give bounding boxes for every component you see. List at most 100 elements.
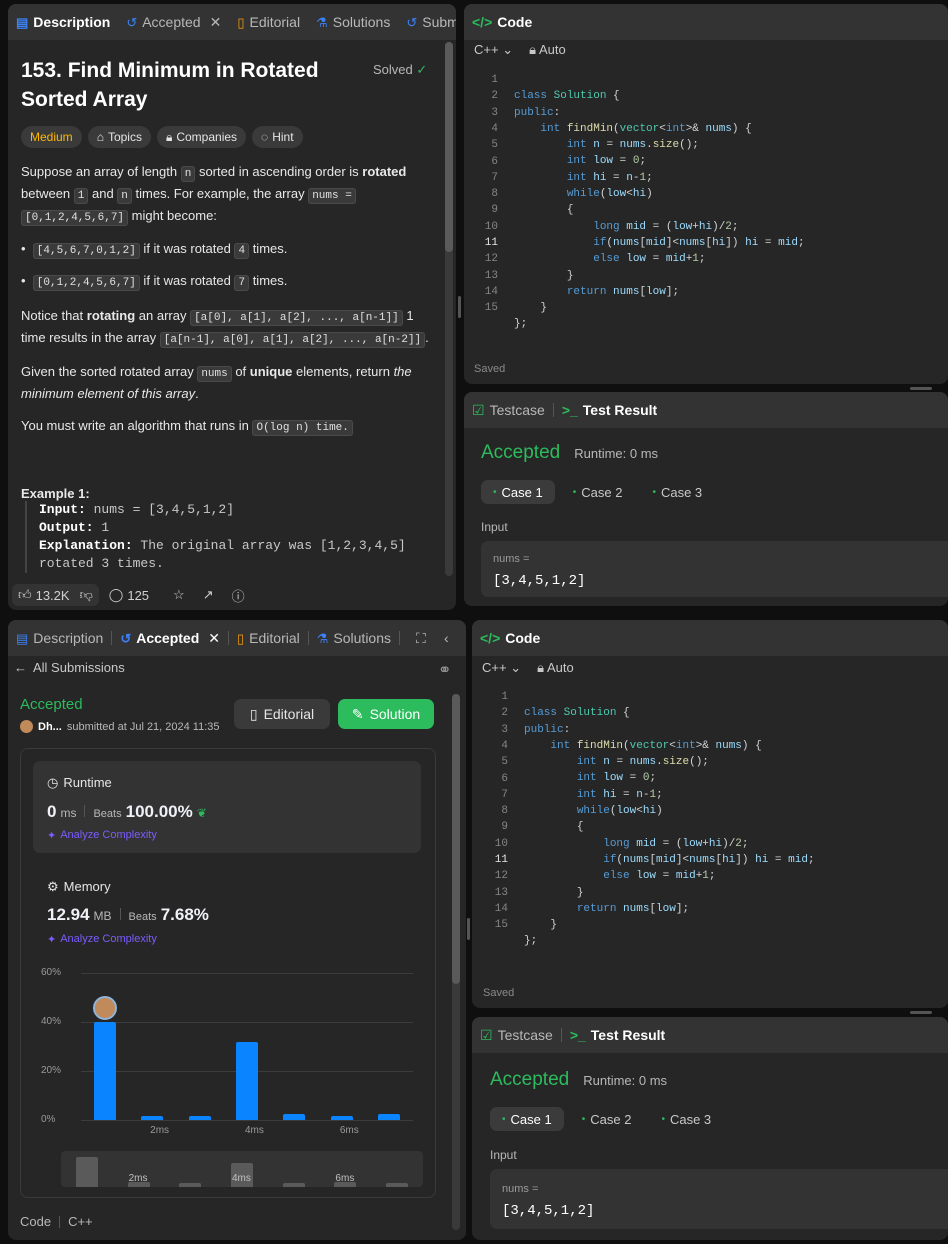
case-2-tab[interactable]: • Case 2: [561, 480, 635, 504]
analyze-complexity-link[interactable]: ✦ Analyze Complexity: [47, 829, 157, 842]
arrow-left-icon: ←: [14, 660, 27, 675]
tab-submissions[interactable]: ↺Submi: [398, 4, 456, 40]
memory-section[interactable]: ⚙ Memory 12.94 MB Beats 7.68% ✦ Analyze Co…: [33, 865, 421, 957]
description-tabs: ▤ Description ↺ Accepted ✕ ▯ Editorial ⚗ Solu…: [8, 4, 456, 40]
chart-bar[interactable]: [236, 1041, 258, 1120]
save-status: Saved: [474, 363, 506, 375]
scrollbar-thumb[interactable]: [445, 42, 453, 252]
line-number: 13: [494, 886, 508, 899]
analyze-complexity-link[interactable]: ✦ Analyze Complexity: [47, 933, 157, 946]
tab-testcase[interactable]: ☑ Testcase: [472, 1017, 561, 1053]
companies-button[interactable]: 🔒︎ Companies: [156, 126, 247, 148]
close-icon[interactable]: ✕: [208, 630, 220, 647]
book-icon: ▯: [249, 705, 258, 722]
line-number: 10: [494, 837, 508, 850]
case-3-tab[interactable]: • Case 3: [640, 480, 714, 504]
scrollbar-thumb[interactable]: [452, 694, 460, 984]
check-circle-icon: ✓: [416, 62, 428, 77]
editorial-button[interactable]: ▯ Editorial: [234, 699, 330, 729]
horizontal-splitter[interactable]: [910, 1011, 932, 1014]
line-number: 14: [484, 285, 498, 298]
back-link[interactable]: ← All Submissions: [14, 660, 125, 675]
chart-bar[interactable]: [93, 1022, 116, 1120]
chart-bar[interactable]: [188, 1116, 211, 1120]
case-tabs: • Case 1 • Case 2 • Case 3: [490, 1107, 723, 1131]
close-icon[interactable]: ✕: [210, 14, 222, 31]
language-select[interactable]: C++ ⌄: [482, 660, 521, 676]
language-select[interactable]: C++ ⌄: [474, 42, 513, 58]
gridline: [81, 973, 413, 974]
chart-bar[interactable]: [283, 1113, 306, 1120]
tab-test-result[interactable]: >_ Test Result: [554, 392, 665, 428]
tab-solutions[interactable]: ⚗ Solutions: [308, 4, 398, 40]
tab-testcase[interactable]: ☑ Testcase: [464, 392, 553, 428]
list-item: • [0,1,2,4,5,6,7] if it was rotated 7 ti…: [21, 273, 288, 291]
thumbs-down-icon[interactable]: 👎︎: [80, 587, 93, 603]
code-editor[interactable]: 1 2 3 4 5 6 7 8 9 10 11 12 13 14 15 class Solution { p…: [464, 72, 948, 352]
expand-icon[interactable]: ⛶: [416, 630, 426, 647]
runtime-card[interactable]: ◷ Runtime 0 ms Beats 100.00% ❦ ✦ Analyze C…: [33, 761, 421, 853]
line-number: 3: [501, 723, 508, 736]
tab-description[interactable]: ▤ Description: [8, 4, 118, 40]
topics-button[interactable]: ⌂ Topics: [87, 126, 151, 148]
line-number: 7: [491, 171, 498, 184]
description-icon: ▤: [16, 630, 29, 646]
difficulty-badge[interactable]: Medium: [21, 126, 82, 148]
case-1-tab[interactable]: • Case 1: [481, 480, 555, 504]
case-1-tab[interactable]: • Case 1: [490, 1107, 564, 1131]
sparkle-icon: ✦: [47, 934, 57, 946]
line-number: 7: [501, 788, 508, 801]
terminal-icon: >_: [569, 1027, 586, 1043]
chart-bar[interactable]: [330, 1116, 353, 1120]
code-icon: </>: [480, 630, 501, 646]
favorite-icon[interactable]: ☆: [173, 587, 185, 603]
link-icon[interactable]: ⚭: [438, 660, 451, 680]
tab-editorial[interactable]: ▯ Editorial: [229, 4, 308, 40]
tab-description[interactable]: ▤ Description: [8, 620, 111, 656]
code-header: </> Code: [464, 4, 948, 40]
history-icon: ↺: [120, 630, 132, 646]
checkbox-icon: ☑: [472, 401, 485, 418]
help-icon[interactable]: ⓘ: [232, 586, 245, 605]
tab-test-result[interactable]: >_ Test Result: [562, 1017, 673, 1053]
tab-editorial[interactable]: ▯ Editorial: [229, 620, 308, 656]
submission-meta: Dh... submitted at Jul 21, 2024 11:35: [20, 720, 220, 733]
book-icon: ▯: [237, 14, 245, 30]
navigator-bar: [75, 1157, 98, 1187]
chart-bar[interactable]: [141, 1116, 164, 1120]
code-toolbar: C++ ⌄ 🔒︎ Auto: [474, 42, 566, 58]
auto-mode[interactable]: 🔒︎ Auto: [529, 42, 566, 58]
hint-button[interactable]: ◌ Hint: [252, 126, 303, 148]
range-navigator[interactable]: 2ms 4ms 6ms: [61, 1151, 423, 1187]
scrollbar[interactable]: [452, 694, 460, 1230]
collapse-icon[interactable]: ‹: [444, 630, 449, 646]
auto-mode[interactable]: 🔒︎ Auto: [537, 660, 574, 676]
case-2-tab[interactable]: • Case 2: [570, 1107, 644, 1131]
chart-bar[interactable]: [378, 1113, 401, 1120]
code-panel: </> Code C++ ⌄ 🔒︎ Auto 1 2 3 4 5 6 7 8 9 10 11 12 13 1…: [472, 620, 948, 1008]
line-number: 6: [491, 155, 498, 168]
horizontal-splitter[interactable]: [910, 387, 932, 390]
vertical-splitter[interactable]: [467, 918, 470, 940]
example-block: Input: nums = [3,4,5,1,2] Output: 1 Expl…: [25, 501, 406, 573]
lock-icon: 🔒︎: [537, 660, 545, 675]
tab-solutions[interactable]: ⚗ Solutions: [309, 620, 399, 656]
stats-card: ◷ Runtime 0 ms Beats 100.00% ❦ ✦ Analyze C…: [20, 748, 436, 1198]
tab-accepted[interactable]: ↺ Accepted ✕: [112, 620, 228, 656]
save-status: Saved: [483, 987, 515, 999]
code-text[interactable]: class Solution { public: int findMin(vec…: [514, 72, 805, 333]
vertical-splitter[interactable]: [458, 296, 461, 318]
scrollbar[interactable]: [445, 42, 453, 576]
code-editor[interactable]: 1 2 3 4 5 6 7 8 9 10 11 12 13 14 15 class Solution { p…: [472, 689, 948, 969]
case-3-tab[interactable]: • Case 3: [649, 1107, 723, 1131]
code-text[interactable]: class Solution { public: int findMin(vec…: [524, 689, 815, 950]
comments-button[interactable]: ◯ 125: [109, 587, 149, 603]
line-number: 12: [494, 870, 508, 883]
code-icon: </>: [472, 14, 493, 30]
x-tick-label: 6ms: [339, 1125, 359, 1136]
like-button[interactable]: 👍︎ 13.2K 👎︎: [12, 584, 99, 606]
thumbs-up-icon: 👍︎: [18, 587, 32, 602]
share-icon[interactable]: ↗: [203, 587, 214, 603]
tab-accepted[interactable]: ↺ Accepted ✕: [118, 4, 229, 40]
solution-button[interactable]: ✎ Solution: [338, 699, 434, 729]
